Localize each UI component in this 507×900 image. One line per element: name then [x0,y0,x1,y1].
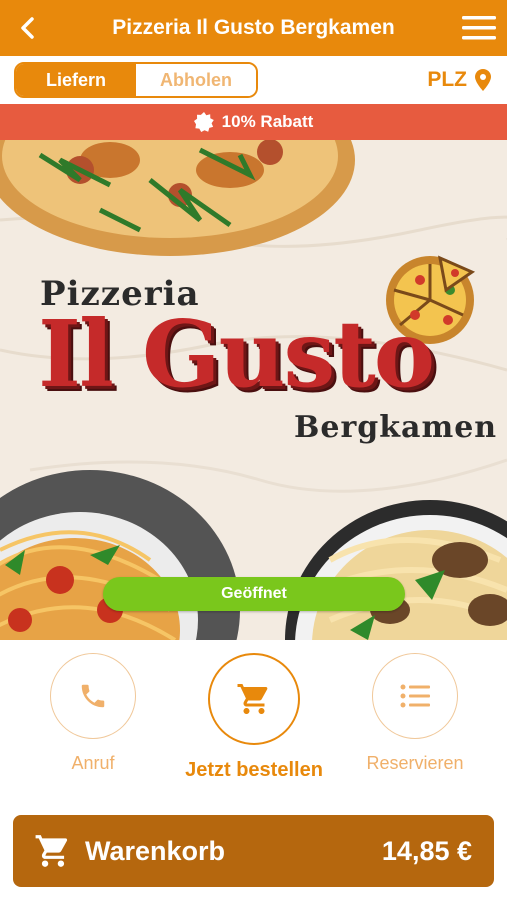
phone-icon [81,684,105,708]
discount-label: 10% Rabatt [221,112,314,131]
call-circle[interactable] [50,653,136,739]
call-action[interactable]: Anruf [50,653,136,774]
cart-total: 14,85 € [381,836,472,866]
hamburger-menu-icon [462,16,496,40]
postcode-button[interactable]: PLZ [427,62,491,98]
deliver-tab[interactable]: Liefern [16,64,136,96]
cart-button[interactable]: Warenkorb 14,85 € [13,815,494,887]
order-mode-toggle: Liefern Abholen [14,62,258,98]
chevron-left-icon [21,17,34,39]
page-title: Pizzeria Il Gusto Bergkamen [112,16,395,39]
pickup-tab[interactable]: Abholen [136,64,256,96]
postcode-label: PLZ [427,68,467,91]
order-mode-bar: Liefern Abholen PLZ [0,56,507,102]
logo-text-main: Il Gusto [38,300,435,408]
call-label: Anruf [71,753,115,773]
cart-label: Warenkorb [85,836,226,866]
reserve-circle[interactable] [372,653,458,739]
list-icon [400,684,430,708]
logo-text-city: Bergkamen [294,410,498,445]
order-now-label: Jetzt bestellen [185,759,323,781]
cart-icon [237,684,268,714]
order-circle[interactable] [208,653,300,745]
order-now-action[interactable]: Jetzt bestellen [185,653,323,782]
app-header: Pizzeria Il Gusto Bergkamen [0,0,507,56]
discount-banner[interactable]: 10% Rabatt [0,104,507,140]
map-pin-icon [475,69,491,91]
back-button[interactable] [12,12,44,44]
badge-icon [193,112,214,132]
open-status-badge[interactable]: Geöffnet [103,577,405,611]
reserve-action[interactable]: Reservieren [360,653,470,774]
cart-icon [35,835,68,867]
menu-button[interactable] [461,12,497,44]
reserve-label: Reservieren [366,753,464,773]
